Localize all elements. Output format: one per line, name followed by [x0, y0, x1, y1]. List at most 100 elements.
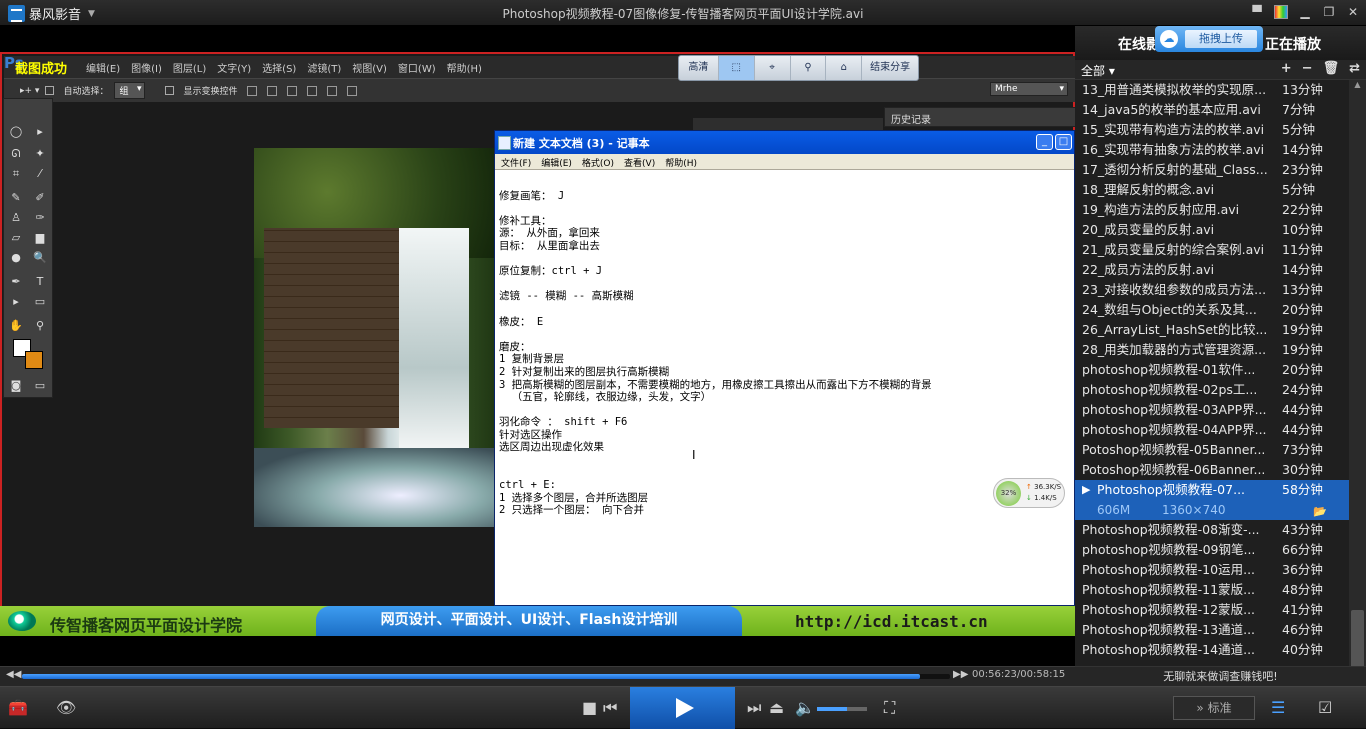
- auto-select-checkbox[interactable]: [45, 86, 55, 95]
- ps-menu-item[interactable]: 窗口(W): [398, 60, 436, 75]
- ps-menu-item[interactable]: 图像(I): [131, 60, 162, 75]
- standard-mode-button[interactable]: » 标准: [1173, 696, 1255, 720]
- align-icon[interactable]: [267, 85, 278, 96]
- toolbox-icon[interactable]: 🧰: [8, 698, 28, 717]
- brush-tool-icon[interactable]: ✐: [32, 191, 48, 205]
- remove-icon[interactable]: −: [1302, 61, 1313, 76]
- home-icon[interactable]: ⌂: [826, 56, 863, 80]
- playlist-item[interactable]: Potoshop视频教程-06Banner... 30分钟: [1075, 460, 1349, 480]
- align-icon[interactable]: [247, 85, 258, 96]
- playlist-item[interactable]: Photoshop视频教程-10运用... 36分钟: [1075, 560, 1349, 580]
- ps-menu-item[interactable]: 编辑(E): [86, 60, 120, 75]
- folder-icon[interactable]: 📂: [1313, 502, 1327, 522]
- skin-icon[interactable]: [1274, 5, 1288, 19]
- gradient-tool-icon[interactable]: ▆: [32, 231, 48, 245]
- workspace-select[interactable]: Mrhe: [990, 82, 1068, 96]
- minimize-icon[interactable]: _: [1036, 134, 1053, 150]
- crop-tool-icon[interactable]: ⌗: [8, 167, 24, 181]
- scroll-thumb[interactable]: [1351, 610, 1364, 670]
- playlist-item[interactable]: 26_ArrayList_HashSet的比较... 19分钟: [1075, 320, 1349, 340]
- playlist-item[interactable]: photoshop视频教程-04APP界... 44分钟: [1075, 420, 1349, 440]
- eyedropper-icon[interactable]: ⁄: [32, 167, 48, 181]
- type-tool-icon[interactable]: T: [32, 275, 48, 289]
- play-button[interactable]: [630, 687, 735, 729]
- path-select-icon[interactable]: ▸: [8, 295, 24, 309]
- lasso-tool-icon[interactable]: ᘏ: [8, 147, 24, 161]
- playlist-item[interactable]: Photoshop视频教程-08渐变-... 43分钟: [1075, 520, 1349, 540]
- playlist-item[interactable]: 24_数组与Object的关系及其... 20分钟: [1075, 300, 1349, 320]
- crosshair-icon[interactable]: ⌖: [755, 56, 791, 80]
- marquee-tool-icon[interactable]: ◯: [8, 125, 24, 139]
- align-icon[interactable]: [287, 85, 298, 96]
- playlist-item[interactable]: Photoshop视频教程-12蒙版... 41分钟: [1075, 600, 1349, 620]
- trash-icon[interactable]: 🗑: [1323, 61, 1340, 76]
- tab-now-playing[interactable]: 正在播放: [1265, 34, 1321, 54]
- ps-menu-item[interactable]: 选择(S): [262, 60, 296, 75]
- snapshot-icon[interactable]: ⬚: [718, 56, 755, 80]
- upload-button[interactable]: ☁ 拖拽上传: [1155, 26, 1263, 52]
- playlist-item[interactable]: 23_对接收数组参数的成员方法... 13分钟: [1075, 280, 1349, 300]
- playlist-item[interactable]: photoshop视频教程-01软件... 20分钟: [1075, 360, 1349, 380]
- volume-icon[interactable]: 🔈: [795, 698, 815, 717]
- loop-icon[interactable]: ⇄: [1349, 61, 1360, 76]
- ps-menu-item[interactable]: 图层(L): [173, 60, 206, 75]
- stop-icon[interactable]: ■: [582, 698, 597, 717]
- history-brush-icon[interactable]: ✑: [32, 211, 48, 225]
- playlist-icon[interactable]: ☰: [1271, 698, 1285, 717]
- magic-wand-icon[interactable]: ✦: [32, 147, 48, 161]
- notepad-menu-item[interactable]: 文件(F): [501, 156, 531, 169]
- playlist-item[interactable]: 13_用普通类模拟枚举的实现原... 13分钟: [1075, 80, 1349, 100]
- panel-footer[interactable]: 无聊就来做调查赚钱吧!: [1075, 666, 1366, 686]
- restore-icon[interactable]: ❐: [1322, 5, 1336, 19]
- playlist-item[interactable]: Potoshop视频教程-05Banner... 73分钟: [1075, 440, 1349, 460]
- playlist-item[interactable]: 20_成员变量的反射.avi 10分钟: [1075, 220, 1349, 240]
- maximize-icon[interactable]: □: [1055, 134, 1072, 150]
- volume-slider[interactable]: [817, 707, 867, 711]
- dodge-tool-icon[interactable]: 🔍: [32, 251, 48, 265]
- playlist-item[interactable]: Photoshop视频教程-14通道... 40分钟: [1075, 640, 1349, 660]
- zoom-icon[interactable]: ⚲: [791, 56, 827, 80]
- move-tool-icon[interactable]: ▸: [32, 125, 48, 139]
- forward-icon[interactable]: ▶▶: [953, 669, 968, 680]
- rewind-icon[interactable]: ◀◀: [6, 669, 21, 680]
- playlist-item[interactable]: Photoshop视频教程-11蒙版... 48分钟: [1075, 580, 1349, 600]
- ps-menu-item[interactable]: 视图(V): [352, 60, 387, 75]
- screen-mode-icon[interactable]: ▭: [32, 379, 48, 393]
- group-select[interactable]: 组: [114, 82, 146, 99]
- fullscreen-icon[interactable]: ⛶: [884, 698, 895, 718]
- add-icon[interactable]: +: [1281, 61, 1292, 76]
- playlist-item[interactable]: photoshop视频教程-02ps工... 24分钟: [1075, 380, 1349, 400]
- playlist-item[interactable]: 17_透彻分析反射的基础_Class... 23分钟: [1075, 160, 1349, 180]
- pen-tool-icon[interactable]: ✒: [8, 275, 24, 289]
- playlist-item[interactable]: 21_成员变量反射的综合案例.avi 11分钟: [1075, 240, 1349, 260]
- eye-icon[interactable]: 👁: [56, 698, 76, 717]
- minimize-icon[interactable]: ▁: [1298, 5, 1312, 19]
- playlist-item[interactable]: 19_构造方法的反射应用.avi 22分钟: [1075, 200, 1349, 220]
- comment-icon[interactable]: ▀: [1250, 5, 1264, 19]
- align-icon[interactable]: [327, 85, 338, 96]
- playlist-item[interactable]: 16_实现带有抽象方法的枚举.avi 14分钟: [1075, 140, 1349, 160]
- eraser-tool-icon[interactable]: ▱: [8, 231, 24, 245]
- end-share-button[interactable]: 结束分享: [862, 56, 918, 80]
- shape-tool-icon[interactable]: ▭: [32, 295, 48, 309]
- show-transform-checkbox[interactable]: [165, 86, 175, 95]
- notepad-text[interactable]: 修复画笔： J 修补工具： 源： 从外面，拿回来 目标： 从里面拿出去 原位复制…: [495, 170, 1074, 524]
- previous-icon[interactable]: ⏮: [603, 698, 617, 718]
- playlist-item[interactable]: 22_成员方法的反射.avi 14分钟: [1075, 260, 1349, 280]
- align-icon[interactable]: [347, 85, 358, 96]
- seek-track[interactable]: [22, 674, 950, 679]
- ps-menu-item[interactable]: 滤镜(T): [307, 60, 341, 75]
- checklist-icon[interactable]: ☑: [1318, 698, 1332, 717]
- ps-menu-item[interactable]: 帮助(H): [447, 60, 482, 75]
- playlist-item[interactable]: 28_用类加载器的方式管理资源... 19分钟: [1075, 340, 1349, 360]
- playlist-item[interactable]: photoshop视频教程-03APP界... 44分钟: [1075, 400, 1349, 420]
- filter-select[interactable]: 全部 ▾: [1081, 62, 1115, 79]
- notepad-menu-item[interactable]: 编辑(E): [541, 156, 572, 169]
- background-color-swatch[interactable]: [25, 351, 43, 369]
- quality-button[interactable]: 高清: [679, 56, 719, 80]
- align-icon[interactable]: [307, 85, 318, 96]
- playlist-item[interactable]: photoshop视频教程-09钢笔... 66分钟: [1075, 540, 1349, 560]
- notepad-menu-item[interactable]: 查看(V): [624, 156, 655, 169]
- playlist-item[interactable]: 14_java5的枚举的基本应用.avi 7分钟: [1075, 100, 1349, 120]
- playlist-item[interactable]: Photoshop视频教程-07... 58分钟 ▶ 606M 1360×740 📂: [1075, 480, 1349, 520]
